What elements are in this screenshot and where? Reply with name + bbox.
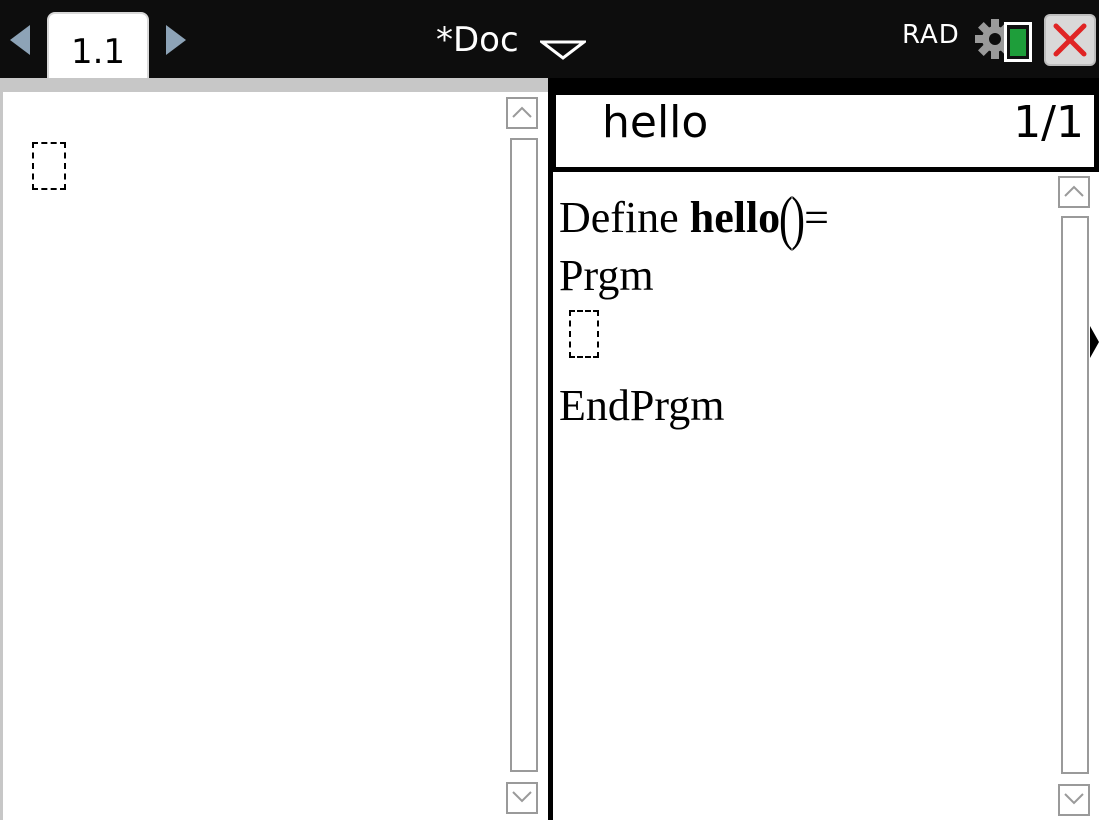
paren-close: ) <box>791 185 806 251</box>
page-indicator: 1/1 <box>1013 97 1084 148</box>
battery-icon <box>1004 22 1032 62</box>
chevron-up-icon <box>1064 185 1084 197</box>
right-scrollbar-track[interactable] <box>1061 216 1089 774</box>
calculator-pane[interactable] <box>0 92 548 820</box>
code-line-endprgm[interactable]: EndPrgm <box>559 380 724 431</box>
right-scroll-up-button[interactable] <box>1058 176 1090 208</box>
equals-sign: = <box>804 193 829 242</box>
code-line-prgm[interactable]: Prgm <box>559 250 654 301</box>
pane-edge-marker-icon <box>1090 326 1099 358</box>
arrow-left-icon[interactable] <box>10 25 30 55</box>
chevron-down-icon <box>1064 793 1084 805</box>
code-line-define[interactable]: Define hello()= <box>559 184 829 253</box>
chevron-up-icon <box>512 106 532 118</box>
document-title[interactable]: *Doc <box>436 20 519 60</box>
left-scroll-up-button[interactable] <box>506 97 538 129</box>
left-scrollbar-track[interactable] <box>510 138 538 772</box>
chevron-down-icon <box>512 791 532 803</box>
program-editor-header: hello 1/1 <box>556 95 1094 167</box>
battery-level-fill <box>1010 29 1026 56</box>
entry-cursor-box[interactable] <box>32 142 66 190</box>
right-scroll-down-button[interactable] <box>1058 784 1090 816</box>
angle-mode-indicator: RAD <box>902 20 960 50</box>
program-code-area[interactable]: Define hello()= Prgm EndPrgm <box>553 172 1099 820</box>
code-cursor-box[interactable] <box>569 310 599 358</box>
top-bar: 1.1 *Doc RAD <box>0 0 1099 90</box>
close-icon <box>1053 23 1087 57</box>
chevron-down-icon[interactable] <box>540 38 586 60</box>
left-scroll-down-button[interactable] <box>506 782 538 814</box>
define-keyword: Define <box>559 193 679 242</box>
arrow-right-icon[interactable] <box>166 25 186 55</box>
left-pane-header-strip <box>0 78 548 92</box>
tab-label: 1.1 <box>70 32 126 72</box>
close-button[interactable] <box>1044 14 1096 66</box>
program-name: hello <box>602 97 709 148</box>
function-name: hello <box>689 193 781 242</box>
